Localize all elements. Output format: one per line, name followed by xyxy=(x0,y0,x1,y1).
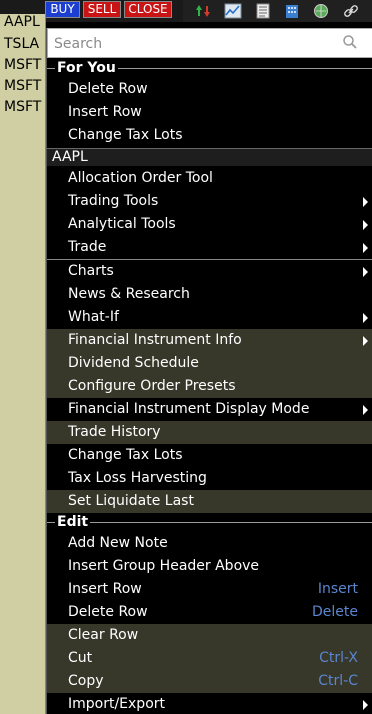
submenu-arrow-icon xyxy=(363,405,368,415)
menu-item-label: Insert Row xyxy=(68,581,142,597)
shortcut-label: Ctrl-X xyxy=(319,650,358,666)
section-header-edit: Edit xyxy=(47,513,372,531)
menu-item-copy[interactable]: Copy Ctrl-C xyxy=(47,670,372,693)
submenu-arrow-icon xyxy=(363,336,368,346)
section-title: For You xyxy=(55,59,118,77)
menu-item-label: Tax Loss Harvesting xyxy=(68,470,207,486)
search-box xyxy=(47,28,372,58)
group-header-aapl: AAPL xyxy=(47,148,372,166)
submenu-arrow-icon xyxy=(363,700,368,710)
section-rule xyxy=(47,522,372,523)
menu-item-add-new-note[interactable]: Add New Note xyxy=(47,532,372,555)
shortcut-label: Ctrl-C xyxy=(318,673,358,689)
menu-item-label: Insert Row xyxy=(68,104,142,120)
shortcut-label: Insert xyxy=(317,581,358,597)
menu-item-label: Charts xyxy=(68,263,114,279)
menu-item-news-research[interactable]: News & Research xyxy=(47,283,372,306)
menu-item-financial-instrument-display-mode[interactable]: Financial Instrument Display Mode xyxy=(47,398,372,421)
tool-icon-strip xyxy=(183,0,372,22)
menu-item-change-tax-lots-2[interactable]: Change Tax Lots xyxy=(47,444,372,467)
up-down-arrows-icon[interactable] xyxy=(193,2,213,20)
submenu-arrow-icon xyxy=(363,267,368,277)
watchlist-symbol[interactable]: AAPL xyxy=(4,14,40,30)
menu-item-delete-row-edit[interactable]: Delete Row Delete xyxy=(47,601,372,624)
menu-item-label: Set Liquidate Last xyxy=(68,493,194,509)
search-input[interactable] xyxy=(54,33,324,55)
menu-item-trade-history[interactable]: Trade History xyxy=(47,421,372,444)
menu-item-label: Dividend Schedule xyxy=(68,355,199,371)
menu-item-label: Configure Order Presets xyxy=(68,378,236,394)
watchlist-column: AAPL TSLA MSFT MSFT MSFT xyxy=(0,14,46,714)
menu-item-label: Trading Tools xyxy=(68,193,159,209)
search-icon[interactable] xyxy=(342,34,358,50)
group-label: AAPL xyxy=(52,149,88,165)
menu-item-tax-loss-harvesting[interactable]: Tax Loss Harvesting xyxy=(47,467,372,490)
menu-item-insert-group-header-above[interactable]: Insert Group Header Above xyxy=(47,555,372,578)
top-toolbar: BUY SELL CLOSE xyxy=(0,0,372,22)
context-menu: For You Delete Row Insert Row Change Tax… xyxy=(46,28,372,714)
menu-item-label: Trade xyxy=(68,239,107,255)
menu-item-allocation-order-tool[interactable]: Allocation Order Tool xyxy=(47,167,372,190)
menu-item-set-liquidate-last[interactable]: Set Liquidate Last xyxy=(47,490,372,513)
menu-item-label: Analytical Tools xyxy=(68,216,176,232)
submenu-arrow-icon xyxy=(363,313,368,323)
building-icon[interactable] xyxy=(282,2,302,20)
menu-item-change-tax-lots[interactable]: Change Tax Lots xyxy=(47,124,372,147)
submenu-arrow-icon xyxy=(363,197,368,207)
menu-item-label: Change Tax Lots xyxy=(68,127,183,143)
menu-item-cut[interactable]: Cut Ctrl-X xyxy=(47,647,372,670)
watchlist-symbol[interactable]: MSFT xyxy=(4,57,41,73)
menu-item-label: News & Research xyxy=(68,286,190,302)
menu-item-delete-row[interactable]: Delete Row xyxy=(47,78,372,101)
menu-item-configure-order-presets[interactable]: Configure Order Presets xyxy=(47,375,372,398)
news-page-icon[interactable] xyxy=(253,2,273,20)
menu-item-trade[interactable]: Trade xyxy=(47,236,372,259)
chart-icon[interactable] xyxy=(223,2,243,20)
menu-item-label: Add New Note xyxy=(68,535,168,551)
menu-item-label: Clear Row xyxy=(68,627,139,643)
menu-item-import-export[interactable]: Import/Export xyxy=(47,693,372,714)
menu-item-label: Cut xyxy=(68,650,93,666)
menu-item-label: What-If xyxy=(68,309,119,325)
menu-item-trading-tools[interactable]: Trading Tools xyxy=(47,190,372,213)
section-title: Edit xyxy=(55,513,91,531)
menu-item-label: Import/Export xyxy=(68,696,166,712)
menu-item-charts[interactable]: Charts xyxy=(47,260,372,283)
shortcut-label: Delete xyxy=(312,604,358,620)
menu-item-label: Copy xyxy=(68,673,104,689)
watchlist-symbol[interactable]: MSFT xyxy=(4,99,41,115)
sell-button[interactable]: SELL xyxy=(83,1,121,18)
section-header-for-you: For You xyxy=(47,59,372,77)
watchlist-symbol[interactable]: MSFT xyxy=(4,78,41,94)
menu-item-label: Delete Row xyxy=(68,81,148,97)
close-position-button[interactable]: CLOSE xyxy=(124,1,172,18)
menu-item-label: Financial Instrument Info xyxy=(68,332,242,348)
menu-item-what-if[interactable]: What-If xyxy=(47,306,372,329)
menu-item-label: Trade History xyxy=(68,424,161,440)
menu-item-label: Delete Row xyxy=(68,604,148,620)
menu-item-clear-row[interactable]: Clear Row xyxy=(47,624,372,647)
globe-person-icon[interactable] xyxy=(311,2,331,20)
submenu-arrow-icon xyxy=(363,243,368,253)
link-icon[interactable] xyxy=(341,2,361,20)
menu-item-label: Allocation Order Tool xyxy=(68,170,213,186)
watchlist-symbol[interactable]: TSLA xyxy=(4,36,39,52)
menu-item-dividend-schedule[interactable]: Dividend Schedule xyxy=(47,352,372,375)
buy-button[interactable]: BUY xyxy=(45,1,80,18)
menu-item-insert-row-edit[interactable]: Insert Row Insert xyxy=(47,578,372,601)
menu-item-financial-instrument-info[interactable]: Financial Instrument Info xyxy=(47,329,372,352)
menu-item-analytical-tools[interactable]: Analytical Tools xyxy=(47,213,372,236)
menu-item-insert-row[interactable]: Insert Row xyxy=(47,101,372,124)
menu-item-label: Insert Group Header Above xyxy=(68,558,260,574)
submenu-arrow-icon xyxy=(363,220,368,230)
menu-item-label: Change Tax Lots xyxy=(68,447,183,463)
menu-item-label: Financial Instrument Display Mode xyxy=(68,401,310,417)
